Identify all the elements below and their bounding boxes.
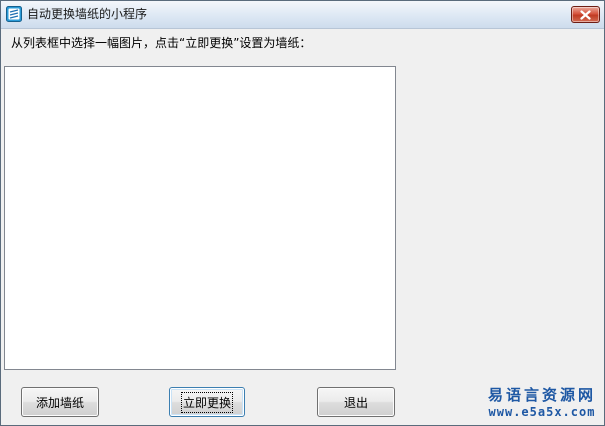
watermark: 易语言资源网 www.e5a5x.com (481, 386, 603, 420)
watermark-url: www.e5a5x.com (488, 405, 596, 419)
title-bar[interactable]: 自动更换墙纸的小程序 (1, 1, 604, 29)
close-icon (580, 9, 591, 20)
exit-button[interactable]: 退出 (317, 387, 395, 417)
apply-now-button[interactable]: 立即更换 (169, 387, 245, 417)
apply-now-button-label: 立即更换 (180, 391, 234, 413)
app-window: 自动更换墙纸的小程序 从列表框中选择一幅图片，点击“立即更换”设置为墙纸： 添加… (0, 0, 605, 426)
exit-button-label: 退出 (343, 395, 368, 410)
app-icon (6, 6, 22, 22)
close-button[interactable] (571, 6, 600, 23)
watermark-site-name: 易语言资源网 (487, 386, 596, 404)
window-title: 自动更换墙纸的小程序 (27, 7, 148, 21)
add-wallpaper-button-label: 添加墙纸 (35, 395, 84, 410)
wallpaper-listbox[interactable] (4, 66, 396, 370)
instruction-label: 从列表框中选择一幅图片，点击“立即更换”设置为墙纸： (11, 36, 312, 50)
add-wallpaper-button[interactable]: 添加墙纸 (21, 387, 99, 417)
